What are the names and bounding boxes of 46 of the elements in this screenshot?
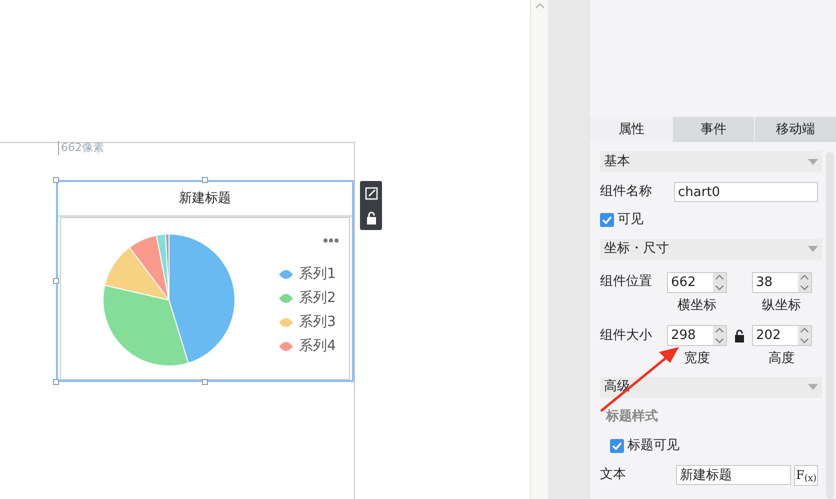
checkbox[interactable] [600,212,614,227]
section-title: 基本 [604,152,630,171]
field-label: 组件大小 [600,326,653,345]
lock-icon[interactable] [366,210,376,224]
resize-handle[interactable] [53,278,59,284]
chart-title: 新建标题 [58,182,352,217]
resize-handle[interactable] [53,379,59,385]
scroll-up-icon[interactable] [535,3,545,9]
field-label: 文本 [600,466,627,484]
edit-icon[interactable] [364,186,378,200]
lock-icon[interactable] [734,328,745,342]
field-label: 组件位置 [600,273,653,292]
field-caption: 高度 [768,350,796,368]
chart-component[interactable]: 新建标题 系列1 系列2 系列3 系列4 [56,180,354,382]
section-header[interactable]: 高级 [600,376,822,398]
collapse-icon[interactable] [808,246,818,252]
panel-tab[interactable]: 属性 [590,117,672,142]
formula-button[interactable]: F$_{(x)}$ [794,464,818,486]
field-caption: 横坐标 [676,296,718,314]
input-field[interactable]: chart0 [674,182,818,202]
legend-label: 系列2 [299,289,336,308]
resize-handle[interactable] [53,177,59,183]
input-field[interactable]: 新建标题 [676,465,791,485]
collapse-icon[interactable] [808,158,818,164]
legend-label: 系列1 [299,265,336,284]
collapse-icon[interactable] [808,384,818,390]
more-icon[interactable] [323,238,339,243]
field-label: 组件名称 [600,183,653,202]
section-title: 高级 [604,378,630,396]
scrollbar[interactable] [530,0,548,499]
width-label: 662像素 [58,141,104,155]
field-caption: 纵坐标 [761,296,802,314]
panel-tab[interactable]: 移动端 [754,117,836,142]
resize-handle[interactable] [202,379,208,385]
field-caption: 宽度 [683,350,711,368]
panel-tab[interactable]: 事件 [672,117,754,142]
section-header[interactable]: 基本 [600,151,822,172]
section-title: 坐标・尺寸 [604,240,669,258]
checkbox[interactable] [610,438,624,453]
section-subtitle: 标题样式 [606,408,659,426]
legend-label: 系列3 [299,313,336,332]
checkbox-label: 可见 [617,211,644,229]
legend-label: 系列4 [299,337,336,356]
checkbox-label: 标题可见 [627,437,680,455]
resize-handle[interactable] [202,177,208,183]
section-header[interactable]: 坐标・尺寸 [600,238,822,260]
